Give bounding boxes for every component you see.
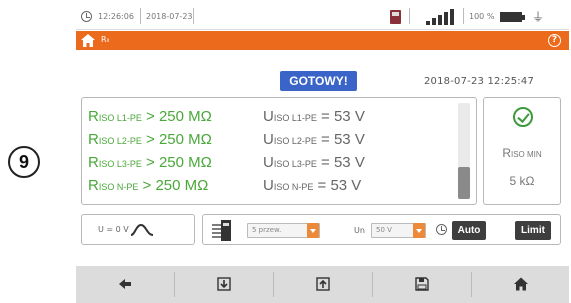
back-button[interactable] [76,266,174,303]
result-row: RISO N-PE > 250 MΩ UISO N-PE = 53 V [88,177,468,199]
results-scrollbar[interactable] [458,103,470,199]
save-button[interactable] [373,266,471,303]
save-icon [415,277,429,291]
result-row: RISO L3-PE > 250 MΩ UISO L3-PE = 53 V [88,154,468,176]
results-panel: RISO L1-PE > 250 MΩ UISO L1-PE = 53 V RI… [81,97,477,205]
status-time: 12:26:06 [98,12,134,21]
download-icon [217,277,231,291]
power-plug-icon: ⏚ [532,10,545,24]
uiso-result: UISO L3-PE = 53 V [263,154,365,171]
uiso-result: UISO N-PE = 53 V [263,177,362,194]
probe-count-select[interactable]: 5 przew. [247,223,320,238]
step-number-badge: 9 [8,146,40,178]
limit-button[interactable]: Limit [515,221,551,240]
uiso-result: UISO L1-PE = 53 V [263,108,365,125]
measurement-datetime: 2018-07-23 12:25:47 [424,76,535,87]
battery-percent: 100 % [469,12,495,21]
download-button[interactable] [175,266,273,303]
home-button[interactable] [472,266,570,303]
timer-icon[interactable] [436,224,447,235]
result-row: RISO L1-PE > 250 MΩ UISO L1-PE = 53 V [88,108,468,130]
voltage-label: U = 0 V [98,225,129,234]
divider [463,8,464,24]
auto-button[interactable]: Auto [452,221,486,240]
uiso-result: UISO L2-PE = 53 V [263,131,365,148]
memory-card-icon [390,10,401,24]
riso-result: RISO N-PE > 250 MΩ [88,177,209,194]
riso-min-label: RISO MIN [502,146,542,160]
nominal-voltage-select[interactable]: 50 V [371,223,426,238]
probe-icon [212,220,231,241]
voltage-indicator: U = 0 V [81,214,195,245]
riso-result: RISO L1-PE > 250 MΩ [88,108,212,125]
chevron-down-icon [413,223,425,238]
device-screen: 12:26:06 2018-07-23 100 % ⏚ Rₗₗ ? GOTOWY… [76,4,569,303]
riso-min-value: 5 kΩ [509,174,535,188]
check-circle-icon [513,107,533,127]
back-arrow-icon [119,279,131,289]
title-bar: Rₗₗ ? [76,31,569,50]
sine-wave-icon [130,223,154,236]
settings-bar: 5 przew. Un 50 V Auto Limit [202,214,561,245]
scrollbar-thumb[interactable] [458,167,470,199]
divider [409,8,410,24]
un-label: Un [354,226,365,235]
clock-icon [81,11,92,22]
battery-icon [500,12,525,22]
riso-result: RISO L2-PE > 250 MΩ [88,131,212,148]
signal-icon [426,9,456,25]
status-bar: 12:26:06 2018-07-23 100 % ⏚ [76,4,569,30]
divider [193,8,194,24]
home-icon [514,277,528,291]
upload-icon [316,277,330,291]
riso-result: RISO L3-PE > 250 MΩ [88,154,212,171]
screen-title: Rₗₗ [101,35,110,44]
status-badge: GOTOWY! [280,71,357,91]
home-icon[interactable] [81,34,95,47]
result-row: RISO L2-PE > 250 MΩ UISO L2-PE = 53 V [88,131,468,153]
chevron-down-icon [307,223,319,238]
help-icon[interactable]: ? [548,34,561,47]
bottom-nav [76,266,569,303]
status-date: 2018-07-23 [146,12,193,21]
divider [140,8,141,24]
limit-panel: RISO MIN 5 kΩ [483,97,561,205]
upload-button[interactable] [274,266,372,303]
